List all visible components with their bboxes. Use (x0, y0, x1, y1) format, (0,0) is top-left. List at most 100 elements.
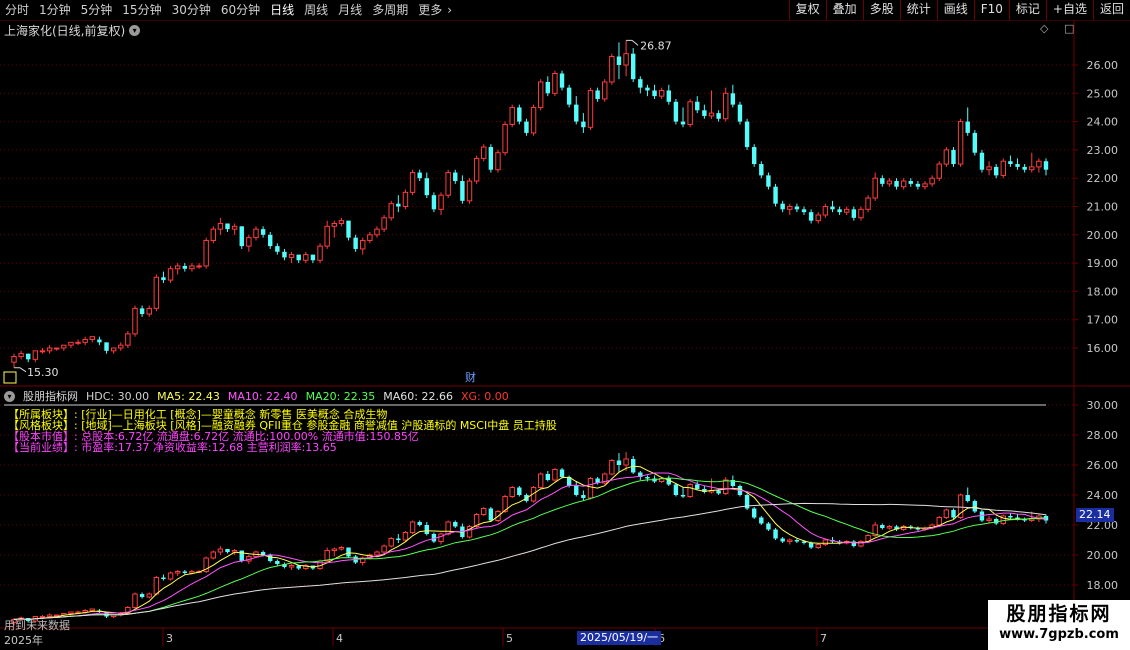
candle-body (89, 336, 95, 341)
ind-candle-body (936, 517, 942, 526)
ind-candle-body (182, 571, 188, 573)
ind-candle-body (1008, 516, 1013, 518)
candle-body (104, 342, 109, 351)
candle-body (346, 220, 351, 238)
ind-candle-body (787, 539, 793, 542)
candle-body (388, 203, 394, 219)
candle-body (766, 175, 771, 187)
candle-body (587, 89, 594, 128)
ind-candle-body (68, 611, 74, 614)
candle-body (1015, 164, 1020, 167)
candle-body (182, 265, 188, 269)
candle-body (1029, 166, 1035, 171)
candle-body (822, 206, 829, 216)
ind-candle-body (409, 521, 416, 533)
candle-body (445, 172, 451, 196)
candle-body (851, 209, 857, 218)
indicator-value: MA10: 22.40 (227, 389, 298, 403)
candle-body (616, 56, 622, 65)
y-tick-label: 18.00 (1087, 579, 1119, 592)
candle-body (957, 121, 964, 165)
candle-body (46, 347, 53, 352)
ind-candle-body (167, 572, 174, 580)
candle-body (808, 212, 814, 221)
ind-candle-body (139, 594, 145, 597)
candle-body (1036, 160, 1042, 168)
ind-candle-body (609, 460, 615, 475)
candle-body (189, 265, 195, 270)
candle-body (744, 121, 750, 148)
ind-candle-body (965, 495, 970, 501)
candle-body (723, 92, 729, 120)
ind-candle-body (759, 517, 764, 524)
ind-candle-body (374, 551, 380, 556)
candle-body (32, 350, 39, 360)
ind-candle-body (623, 458, 629, 466)
candle-body (495, 152, 501, 171)
candle-body (894, 181, 899, 187)
high-label: 26.87 (640, 39, 672, 52)
candle-body (231, 225, 238, 230)
ma-line-ma5 (13, 465, 1047, 621)
candle-body (936, 163, 942, 179)
candle-body (417, 172, 422, 179)
candle-body (951, 149, 956, 165)
candle-body (915, 183, 921, 187)
ind-candle-body (587, 478, 594, 499)
chart-canvas[interactable]: 26.00 25.00 24.00 23.00 22.00 21.00 20.00 19.00… (0, 0, 1130, 650)
candle-body (759, 164, 764, 176)
candle-body (972, 132, 978, 153)
y-tick-label: 19.00 (1087, 257, 1119, 270)
candle-body (652, 90, 657, 97)
date-tick-label: 7 (820, 632, 827, 645)
candle-body (26, 353, 31, 360)
watermark-title: 股朋指标网 (1006, 603, 1112, 625)
candle-body (1022, 166, 1027, 170)
candle-body (374, 228, 380, 236)
y-tick-label: 24.00 (1087, 116, 1119, 129)
indicator-value: MA20: 22.35 (305, 389, 376, 403)
candle-body (530, 106, 537, 134)
ind-candle-body (552, 469, 558, 481)
candle-body (481, 146, 487, 159)
ind-candle-body (438, 533, 444, 542)
candle-body (780, 203, 785, 210)
ind-candle-body (488, 508, 494, 521)
candle-body (424, 178, 430, 196)
ind-candle-body (396, 538, 401, 540)
candle-body (537, 81, 544, 108)
ind-candle-body (146, 593, 152, 598)
candle-body (132, 307, 138, 335)
candle-body (210, 228, 216, 241)
candle-body (815, 214, 821, 222)
ind-candle-body (780, 538, 785, 542)
indicator-value: XG: 0.00 (461, 389, 509, 403)
indicator-value: HDC: 30.00 (86, 389, 150, 403)
ind-candle-body (402, 532, 409, 541)
candle-body (986, 166, 992, 171)
ind-candle-body (53, 614, 60, 617)
ind-candle-body (388, 538, 394, 547)
ind-candle-body (943, 509, 950, 518)
ind-candle-body (645, 477, 650, 479)
date-tick-label: 5 (506, 632, 513, 645)
candle-body (695, 101, 700, 111)
candle-body (18, 353, 24, 357)
date-tick-label: 4 (336, 632, 343, 645)
candle-body (331, 222, 337, 227)
ind-candle-body (545, 474, 550, 480)
candle-body (275, 246, 280, 252)
candle-body (638, 79, 643, 88)
ind-candle-body (537, 473, 544, 488)
candle-body (609, 56, 615, 83)
candle-body (993, 166, 999, 176)
ind-candle-body (445, 521, 451, 535)
chevron-down-icon[interactable]: ▾ (4, 390, 15, 402)
candle-body (268, 234, 273, 247)
candle-body (167, 268, 174, 281)
candle-body (545, 81, 550, 94)
candle-body (360, 239, 366, 250)
ind-candle-body (808, 543, 814, 548)
high-pointer (626, 39, 639, 46)
candle-body (488, 147, 494, 170)
